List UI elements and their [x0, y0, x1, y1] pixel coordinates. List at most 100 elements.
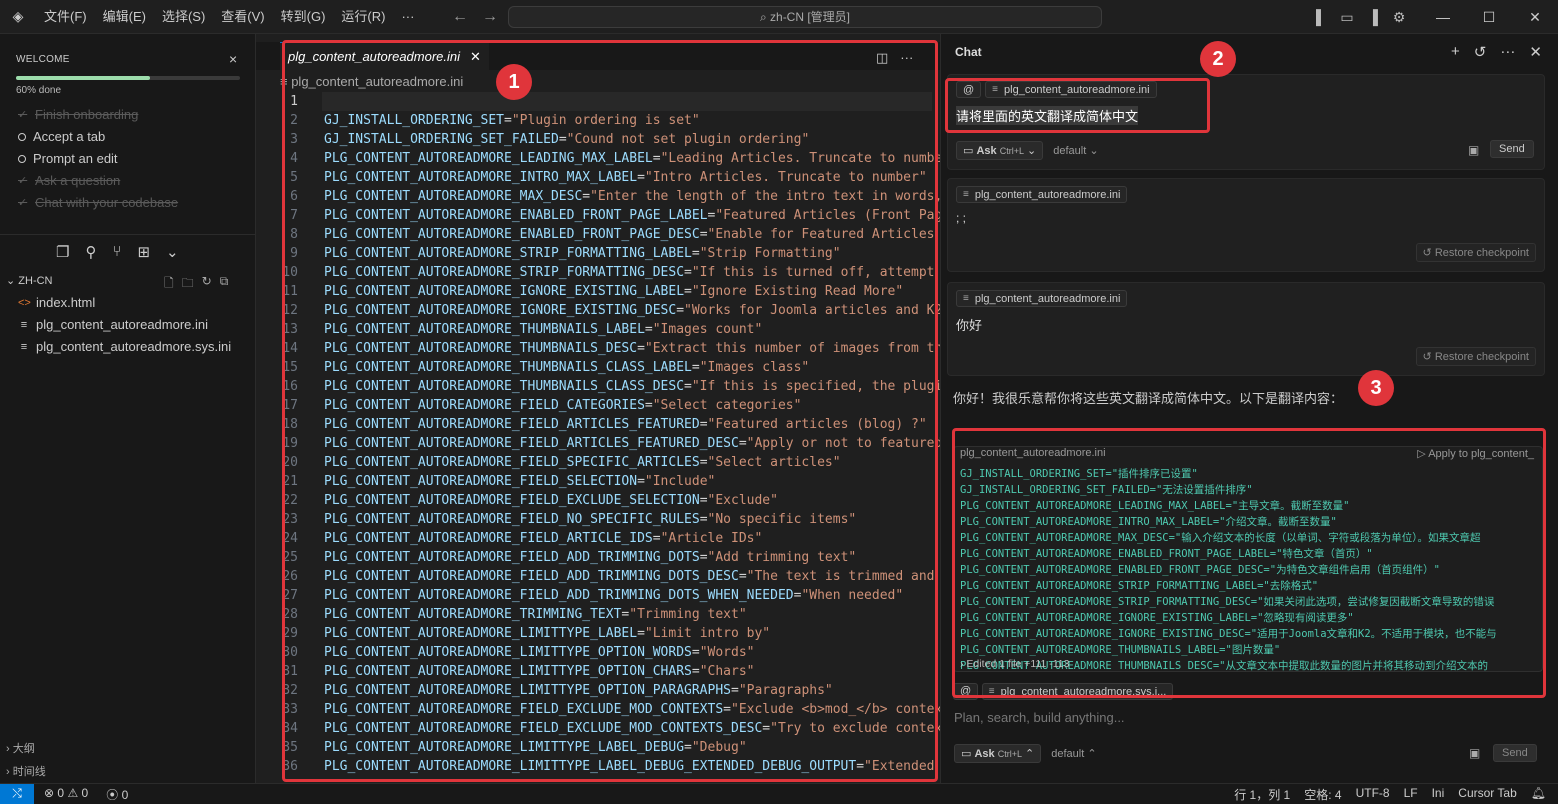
code-line[interactable]: 32 PLG_CONTENT_AUTOREADMORE_LIMITTYPE_OPT…	[256, 681, 940, 700]
indentation[interactable]: 空格: 4	[1304, 786, 1341, 803]
file-chip[interactable]: ≡ plg_content_autoreadmore.ini	[956, 290, 1128, 307]
maximize-icon[interactable]: ☐	[1466, 9, 1512, 26]
mention-chip[interactable]: @	[956, 81, 982, 98]
chat-input[interactable]: Plan, search, build anything...	[954, 710, 1125, 725]
file-item[interactable]: <> index.html	[18, 295, 95, 310]
code-line[interactable]: 14 PLG_CONTENT_AUTOREADMORE_THUMBNAILS_DE…	[256, 339, 940, 358]
restore-checkpoint-button[interactable]: ↺ Restore checkpoint	[1415, 243, 1536, 262]
search-icon[interactable]: ⚲	[85, 243, 96, 261]
edited-summary[interactable]: › Edited 1 file +111 -113	[960, 658, 1069, 670]
cursor-tab[interactable]: Cursor Tab	[1458, 786, 1516, 803]
file-chip[interactable]: ≡ plg_content_autoreadmore.sys.i...	[981, 683, 1174, 700]
outline-section[interactable]: › 大纲	[6, 740, 35, 756]
code-line[interactable]: 31 PLG_CONTENT_AUTOREADMORE_LIMITTYPE_OPT…	[256, 662, 940, 681]
problems-status[interactable]: ⊗ 0 ⚠ 0	[44, 786, 88, 803]
timeline-section[interactable]: › 时间线	[6, 763, 46, 779]
toggle-sidebar-icon[interactable]: ▌	[1308, 9, 1334, 25]
onboarding-step[interactable]: ✓ Finish onboarding	[18, 107, 248, 122]
code-line[interactable]: 3 GJ_INSTALL_ORDERING_SET_FAILED="Cound n…	[256, 130, 940, 149]
menu-edit[interactable]: 编辑(E)	[95, 0, 154, 34]
code-line[interactable]: 34 PLG_CONTENT_AUTOREADMORE_FIELD_EXCLUDE…	[256, 719, 940, 738]
ask-mode-dropdown[interactable]: ▭ Ask Ctrl+L ⌃	[954, 744, 1042, 763]
command-center-search[interactable]: ⌕ zh-CN [管理员]	[508, 6, 1102, 28]
menu-selection[interactable]: 选择(S)	[154, 0, 213, 34]
toggle-panel-icon[interactable]: ▭	[1334, 9, 1360, 26]
remote-icon[interactable]: ⤭	[0, 784, 34, 804]
close-window-icon[interactable]: ✕	[1512, 9, 1558, 26]
code-line[interactable]: 35 PLG_CONTENT_AUTOREADMORE_LIMITTYPE_LAB…	[256, 738, 940, 757]
history-icon[interactable]: ↺	[1474, 43, 1487, 61]
file-item[interactable]: ≡ plg_content_autoreadmore.sys.ini	[18, 339, 231, 354]
onboarding-step[interactable]: ✓ Ask a question	[18, 173, 248, 188]
gear-icon[interactable]: ⚙	[1386, 9, 1412, 26]
onboarding-step[interactable]: Accept a tab	[18, 129, 248, 144]
code-line[interactable]: 5 PLG_CONTENT_AUTOREADMORE_INTRO_MAX_LABE…	[256, 168, 940, 187]
forward-arrow-icon[interactable]: →	[482, 0, 498, 34]
bell-icon[interactable]: 🔔︎	[1531, 786, 1546, 803]
code-line[interactable]: 18 PLG_CONTENT_AUTOREADMORE_FIELD_ARTICLE…	[256, 415, 940, 434]
close-icon[interactable]: ✕	[1529, 43, 1542, 61]
minimize-icon[interactable]: —	[1420, 9, 1466, 26]
breadcrumb[interactable]: ≡ plg_content_autoreadmore.ini	[280, 74, 463, 89]
extensions-icon[interactable]: ⊞	[137, 243, 150, 261]
code-line[interactable]: 24 PLG_CONTENT_AUTOREADMORE_FIELD_ARTICLE…	[256, 529, 940, 548]
new-chat-icon[interactable]: +	[1451, 43, 1460, 61]
source-control-icon[interactable]: ⑂	[112, 243, 121, 261]
close-icon[interactable]: ×	[229, 51, 237, 67]
editor-tab[interactable]: plg_content_autoreadmore.ini ✕	[280, 42, 489, 70]
menu-more[interactable]: ···	[393, 0, 422, 34]
code-line[interactable]: 27 PLG_CONTENT_AUTOREADMORE_FIELD_ADD_TRI…	[256, 586, 940, 605]
code-line[interactable]: 26 PLG_CONTENT_AUTOREADMORE_FIELD_ADD_TRI…	[256, 567, 940, 586]
ask-mode-dropdown[interactable]: ▭ Ask Ctrl+L ⌄	[956, 141, 1044, 160]
explorer-folder-header[interactable]: ⌄ ZH-CN	[6, 274, 53, 287]
file-chip[interactable]: ≡ plg_content_autoreadmore.ini	[956, 186, 1128, 203]
code-line[interactable]: 17 PLG_CONTENT_AUTOREADMORE_FIELD_CATEGOR…	[256, 396, 940, 415]
back-arrow-icon[interactable]: ←	[452, 0, 468, 34]
code-line[interactable]: 10 PLG_CONTENT_AUTOREADMORE_STRIP_FORMATT…	[256, 263, 940, 282]
code-block[interactable]: plg_content_autoreadmore.ini ▷ Apply to p…	[953, 446, 1543, 672]
encoding[interactable]: UTF-8	[1356, 786, 1390, 803]
send-button[interactable]: Send	[1490, 140, 1534, 158]
code-line[interactable]: 8 PLG_CONTENT_AUTOREADMORE_ENABLED_FRONT_…	[256, 225, 940, 244]
user-message[interactable]: ≡ plg_content_autoreadmore.ini ; ; ↺ Rest…	[947, 178, 1545, 272]
image-icon[interactable]: ▣	[1468, 143, 1479, 157]
files-icon[interactable]: ❐	[56, 243, 69, 261]
user-message[interactable]: @ ≡ plg_content_autoreadmore.ini 请将里面的英文翻…	[947, 74, 1545, 170]
menu-run[interactable]: 运行(R)	[333, 0, 393, 34]
code-line[interactable]: 36 PLG_CONTENT_AUTOREADMORE_LIMITTYPE_LAB…	[256, 757, 940, 776]
image-icon[interactable]: ▣	[1469, 746, 1480, 760]
code-line[interactable]: 2 GJ_INSTALL_ORDERING_SET="Plugin orderin…	[256, 111, 940, 130]
code-line[interactable]: 11 PLG_CONTENT_AUTOREADMORE_IGNORE_EXISTI…	[256, 282, 940, 301]
ports-status[interactable]: ⦿ 0	[106, 786, 128, 803]
code-line[interactable]: 4 PLG_CONTENT_AUTOREADMORE_LEADING_MAX_LA…	[256, 149, 940, 168]
code-line[interactable]: 23 PLG_CONTENT_AUTOREADMORE_FIELD_NO_SPEC…	[256, 510, 940, 529]
more-actions-icon[interactable]: ···	[900, 50, 913, 66]
code-line[interactable]: 12 PLG_CONTENT_AUTOREADMORE_IGNORE_EXISTI…	[256, 301, 940, 320]
onboarding-step[interactable]: Prompt an edit	[18, 151, 248, 166]
file-item[interactable]: ≡ plg_content_autoreadmore.ini	[18, 317, 208, 332]
chevron-down-icon[interactable]: ⌄	[166, 243, 179, 261]
new-folder-icon[interactable]: 🗀	[182, 274, 194, 295]
code-line[interactable]: 19 PLG_CONTENT_AUTOREADMORE_FIELD_ARTICLE…	[256, 434, 940, 453]
menu-file[interactable]: 文件(F)	[36, 0, 95, 34]
code-line[interactable]: 30 PLG_CONTENT_AUTOREADMORE_LIMITTYPE_OPT…	[256, 643, 940, 662]
code-line[interactable]: 20 PLG_CONTENT_AUTOREADMORE_FIELD_SPECIFI…	[256, 453, 940, 472]
onboarding-step[interactable]: ✓ Chat with your codebase	[18, 195, 248, 210]
language-mode[interactable]: Ini	[1432, 786, 1445, 803]
code-line[interactable]: 29 PLG_CONTENT_AUTOREADMORE_LIMITTYPE_LAB…	[256, 624, 940, 643]
code-line[interactable]: 15 PLG_CONTENT_AUTOREADMORE_THUMBNAILS_CL…	[256, 358, 940, 377]
more-icon[interactable]: ···	[1500, 43, 1515, 61]
menu-go[interactable]: 转到(G)	[273, 0, 334, 34]
code-line[interactable]: 28 PLG_CONTENT_AUTOREADMORE_TRIMMING_TEXT…	[256, 605, 940, 624]
close-icon[interactable]: ✕	[470, 49, 481, 65]
model-dropdown[interactable]: default ⌄	[1053, 144, 1098, 157]
model-dropdown[interactable]: default ⌃	[1051, 747, 1096, 760]
restore-checkpoint-button[interactable]: ↺ Restore checkpoint	[1415, 347, 1536, 366]
collapse-icon[interactable]: ⧉	[220, 274, 229, 295]
refresh-icon[interactable]: ↻	[202, 274, 212, 295]
new-file-icon[interactable]: 🗋	[164, 274, 174, 295]
line-ending[interactable]: LF	[1404, 786, 1418, 803]
code-line[interactable]: 22 PLG_CONTENT_AUTOREADMORE_FIELD_EXCLUDE…	[256, 491, 940, 510]
toggle-secondary-sidebar-icon[interactable]: ▐	[1360, 9, 1386, 25]
code-line[interactable]: 6 PLG_CONTENT_AUTOREADMORE_MAX_DESC="Ente…	[256, 187, 940, 206]
